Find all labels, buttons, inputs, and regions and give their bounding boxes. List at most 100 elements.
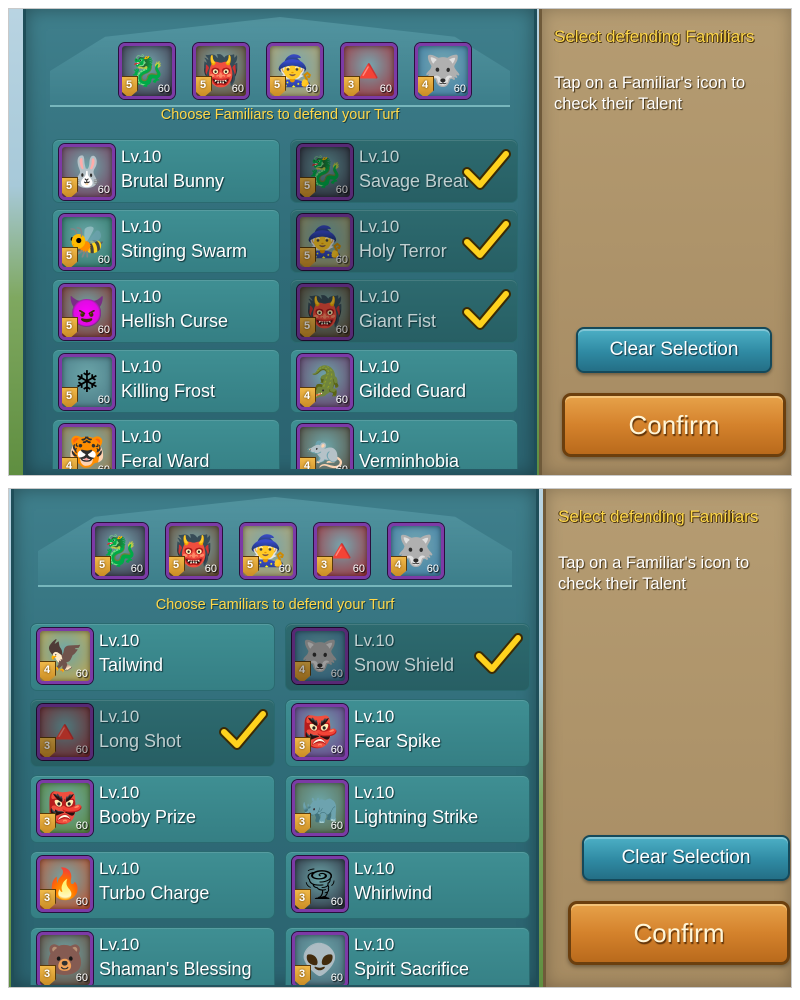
long-shot-icon[interactable]: 🔺 3 60 <box>314 523 370 579</box>
familiar-level: Lv.10 <box>354 707 395 726</box>
familiar-level: Lv.10 <box>99 707 140 726</box>
snow-shield-icon[interactable]: 🐺 4 60 <box>292 628 348 684</box>
familiar-card[interactable]: 🐰 5 60 Lv.10 Brutal Bunny <box>52 139 280 203</box>
selected-familiar-slots: 🐉 5 60 👹 5 60 🧙 5 60 🔺 3 60 🐺 4 60 <box>119 43 471 99</box>
snow-shield-icon[interactable]: 🐺 4 60 <box>388 523 444 579</box>
familiar-card[interactable]: 🦏 3 60 Lv.10 Lightning Strike <box>285 775 530 843</box>
brutal-bunny-icon[interactable]: 🐰 5 60 <box>59 144 115 200</box>
info-side-panel: Select defending Familiars Tap on a Fami… <box>539 9 791 475</box>
side-panel-title: Select defending Familiars <box>554 27 755 46</box>
level-tag: 60 <box>97 184 110 196</box>
snow-shield-icon[interactable]: 🐺 4 60 <box>415 43 471 99</box>
level-tag: 60 <box>97 324 110 336</box>
lightning-strike-icon[interactable]: 🦏 3 60 <box>292 780 348 836</box>
level-tag: 60 <box>97 394 110 406</box>
hellish-curse-icon[interactable]: 😈 5 60 <box>59 284 115 340</box>
familiar-level: Lv.10 <box>99 935 140 954</box>
level-tag: 60 <box>130 563 143 575</box>
level-tag: 60 <box>330 744 343 756</box>
familiar-card[interactable]: ❄ 5 60 Lv.10 Killing Frost <box>52 349 280 413</box>
familiar-name: Lightning Strike <box>354 807 479 827</box>
holy-terror-icon[interactable]: 🧙 5 60 <box>240 523 296 579</box>
verminhobia-icon[interactable]: 🐀460 <box>297 424 353 469</box>
familiar-list: 🦅 4 60 Lv.10 Tailwind 🐺 4 60 Lv.10 Snow Shield 🔺 3 6… <box>30 623 530 985</box>
giant-fist-icon[interactable]: 👹 5 60 <box>193 43 249 99</box>
familiar-card[interactable]: 👺 3 60 Lv.10 Booby Prize <box>30 775 275 843</box>
familiar-card[interactable]: 🐺 4 60 Lv.10 Snow Shield <box>285 623 530 691</box>
level-tag: 60 <box>330 972 343 984</box>
familiar-card[interactable]: 😈 5 60 Lv.10 Hellish Curse <box>52 279 280 343</box>
familiar-card[interactable]: 🐉 5 60 Lv.10 Savage Breat <box>290 139 518 203</box>
familiar-name: Turbo Charge <box>99 883 210 903</box>
familiar-card[interactable]: 🌪 3 60 Lv.10 Whirlwind <box>285 851 530 919</box>
level-tag: 60 <box>335 394 348 406</box>
savage-breath-icon[interactable]: 🐉 5 60 <box>297 144 353 200</box>
familiar-level: Lv.10 <box>359 147 400 166</box>
familiar-list-viewport[interactable]: 🐉 5 60 👹 5 60 🧙 5 60 🔺 3 60 🐺 4 60 Choose Familiars to… <box>14 489 536 985</box>
familiar-selection-panel: 🐉 5 60 👹 5 60 🧙 5 60 🔺 3 60 🐺 4 60 Choose Familiars to… <box>23 9 537 475</box>
familiar-level: Lv.10 <box>99 783 140 802</box>
familiar-card[interactable]: 🐝 5 60 Lv.10 Stinging Swarm <box>52 209 280 273</box>
confirm-button[interactable]: Confirm <box>568 901 790 965</box>
level-tag: 60 <box>305 83 318 95</box>
holy-terror-icon[interactable]: 🧙 5 60 <box>267 43 323 99</box>
savage-breath-icon[interactable]: 🐉 5 60 <box>119 43 175 99</box>
familiar-card[interactable]: 🐻 3 60 Lv.10 Shaman's Blessing <box>30 927 275 985</box>
familiar-level: Lv.10 <box>359 287 400 306</box>
familiar-card[interactable]: 🐊 4 60 Lv.10 Gilded Guard <box>290 349 518 413</box>
clear-selection-button[interactable]: Clear Selection <box>582 835 790 881</box>
gilded-guard-icon[interactable]: 🐊 4 60 <box>297 354 353 410</box>
savage-breath-icon[interactable]: 🐉 5 60 <box>92 523 148 579</box>
familiar-level: Lv.10 <box>354 783 395 802</box>
booby-prize-icon[interactable]: 👺 3 60 <box>37 780 93 836</box>
familiar-card[interactable]: 🧙 5 60 Lv.10 Holy Terror <box>290 209 518 273</box>
giant-fist-icon[interactable]: 👹 5 60 <box>297 284 353 340</box>
level-tag: 60 <box>98 464 110 469</box>
feral-ward-icon[interactable]: 🐯460 <box>59 424 115 469</box>
shamans-blessing-icon[interactable]: 🐻 3 60 <box>37 932 93 985</box>
familiar-name: Booby Prize <box>99 807 197 827</box>
familiar-level: Lv.10 <box>121 147 162 166</box>
level-tag: 60 <box>97 254 110 266</box>
familiar-card[interactable]: 🐯460Lv.10Feral Ward <box>52 419 280 469</box>
familiar-name: Verminhobia <box>359 451 460 469</box>
familiar-card[interactable]: 👽 3 60 Lv.10 Spirit Sacrifice <box>285 927 530 985</box>
level-tag: 60 <box>426 563 439 575</box>
stinging-swarm-icon[interactable]: 🐝 5 60 <box>59 214 115 270</box>
familiar-list-viewport[interactable]: 🐉 5 60 👹 5 60 🧙 5 60 🔺 3 60 🐺 4 60 Choose Familiars to… <box>26 9 534 469</box>
level-tag: 60 <box>379 83 392 95</box>
level-tag: 60 <box>330 896 343 908</box>
tailwind-icon[interactable]: 🦅 4 60 <box>37 628 93 684</box>
checkmark-icon <box>462 289 511 330</box>
familiar-card[interactable]: 🔥 3 60 Lv.10 Turbo Charge <box>30 851 275 919</box>
side-panel-hint: Tap on a Familiar's icon to check their … <box>554 74 746 113</box>
checkmark-icon <box>219 709 268 750</box>
familiar-level: Lv.10 <box>359 427 400 446</box>
familiar-name: Feral Ward <box>121 451 210 469</box>
familiar-card[interactable]: 🐀460 Lv.10 Verminhobia <box>290 419 518 469</box>
long-shot-icon[interactable]: 🔺 3 60 <box>341 43 397 99</box>
long-shot-icon[interactable]: 🔺 3 60 <box>37 704 93 760</box>
familiar-name: Killing Frost <box>121 381 216 401</box>
info-side-panel: Select defending Familiars Tap on a Fami… <box>543 489 791 987</box>
checkmark-icon <box>462 219 511 260</box>
whirlwind-icon[interactable]: 🌪 3 60 <box>292 856 348 912</box>
fear-spike-icon[interactable]: 👺 3 60 <box>292 704 348 760</box>
holy-terror-icon[interactable]: 🧙 5 60 <box>297 214 353 270</box>
screenshot-top: 🐉 5 60 👹 5 60 🧙 5 60 🔺 3 60 🐺 4 60 Choose Familiars to… <box>8 8 792 476</box>
familiar-level: Lv.10 <box>354 631 395 650</box>
confirm-button[interactable]: Confirm <box>562 393 786 457</box>
giant-fist-icon[interactable]: 👹 5 60 <box>166 523 222 579</box>
familiar-name: Snow Shield <box>354 655 455 675</box>
familiar-card[interactable]: 🔺 3 60 Lv.10 Long Shot <box>30 699 275 767</box>
level-tag: 60 <box>335 254 348 266</box>
familiar-card[interactable]: 👺 3 60 Lv.10 Fear Spike <box>285 699 530 767</box>
familiar-name: Spirit Sacrifice <box>354 959 470 979</box>
level-tag: 60 <box>75 820 88 832</box>
clear-selection-button[interactable]: Clear Selection <box>576 327 772 373</box>
spirit-sacrifice-icon[interactable]: 👽 3 60 <box>292 932 348 985</box>
familiar-card[interactable]: 🦅 4 60 Lv.10 Tailwind <box>30 623 275 691</box>
killing-frost-icon[interactable]: ❄ 5 60 <box>59 354 115 410</box>
turbo-charge-icon[interactable]: 🔥 3 60 <box>37 856 93 912</box>
familiar-card[interactable]: 👹 5 60 Lv.10 Giant Fist <box>290 279 518 343</box>
